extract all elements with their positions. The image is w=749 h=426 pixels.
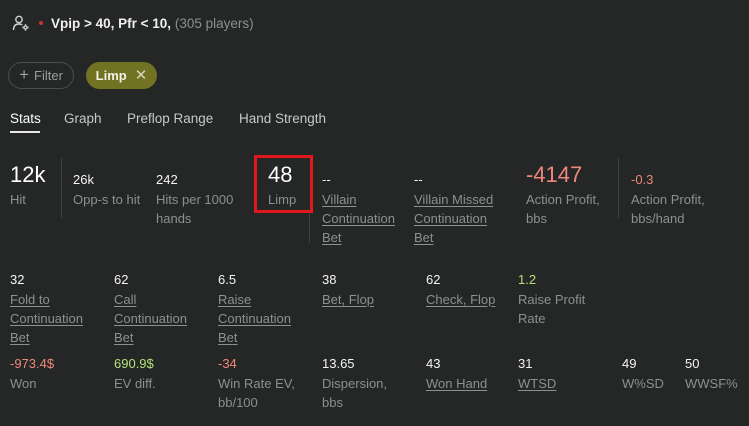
- stat-raise-cbet-value: 6.5: [218, 272, 237, 287]
- stat-raise-cbet-link[interactable]: Raise Continuation Bet: [218, 290, 291, 347]
- stat-wtsd-link[interactable]: WTSD: [518, 374, 556, 393]
- stat-fold-to-cbet-link[interactable]: Fold to Continuation Bet: [10, 290, 83, 347]
- tab-hand-strength[interactable]: Hand Strength: [239, 111, 326, 126]
- stat-check-flop-value: 62: [426, 272, 441, 287]
- stat-ev-diff-value: 690.9$: [114, 356, 154, 371]
- divider: [61, 158, 62, 218]
- stat-action-profit-hand-value: -0.3: [631, 172, 654, 187]
- highlight-box: [254, 155, 313, 213]
- stat-won-hand-value: 43: [426, 356, 441, 371]
- stat-opps-value: 26k: [73, 172, 94, 187]
- stat-hits-per-1000-label: Hits per 1000 hands: [156, 192, 234, 226]
- stat-action-profit-hand-label: Action Profit, bbs/hand: [631, 192, 705, 226]
- stat-wwsf-label: WWSF%: [685, 376, 738, 391]
- stat-raise-profit-rate-value: 1.2: [518, 272, 537, 287]
- add-filter-button[interactable]: + Filter: [8, 62, 74, 89]
- stat-wwsf-value: 50: [685, 356, 700, 371]
- stat-win-rate-ev-value: -34: [218, 356, 237, 371]
- stat-hits-per-1000-value: 242: [156, 172, 178, 187]
- stat-won-value: -973.4$: [10, 356, 55, 371]
- stat-fold-to-cbet-value: 32: [10, 272, 25, 287]
- filter-summary-title: Vpip > 40, Pfr < 10, (305 players): [51, 16, 254, 31]
- stat-won-hand-link[interactable]: Won Hand: [426, 374, 487, 393]
- stat-action-profit-value: -4147: [526, 162, 583, 187]
- divider: [618, 158, 619, 218]
- stat-villain-missed-cbet-link[interactable]: Villain Missed Continuation Bet: [414, 190, 493, 247]
- divider: [309, 213, 310, 243]
- stat-opps-label: Opp-s to hit: [73, 192, 141, 207]
- close-icon[interactable]: ✕: [135, 68, 148, 83]
- stat-raise-profit-rate-label: Raise Profit Rate: [518, 292, 586, 326]
- stat-action-profit-label: Action Profit, bbs: [526, 192, 600, 226]
- stat-dispersion-label: Dispersion, bbs: [322, 376, 388, 410]
- stat-ev-diff-label: EV diff.: [114, 376, 156, 391]
- status-dot: [39, 21, 43, 25]
- stat-wsd-value: 49: [622, 356, 637, 371]
- stat-won-label: Won: [10, 376, 37, 391]
- tab-stats[interactable]: Stats: [10, 111, 41, 126]
- stat-villain-cbet-value: --: [322, 172, 331, 187]
- stat-wtsd-value: 31: [518, 356, 533, 371]
- active-tab-indicator: [10, 131, 40, 133]
- stat-check-flop-link[interactable]: Check, Flop: [426, 290, 495, 309]
- stat-call-cbet-link[interactable]: Call Continuation Bet: [114, 290, 187, 347]
- stat-dispersion-value: 13.65: [322, 356, 355, 371]
- stat-call-cbet-value: 62: [114, 272, 129, 287]
- stat-villain-cbet-link[interactable]: Villain Continuation Bet: [322, 190, 395, 247]
- stat-hit-value: 12k: [10, 162, 46, 187]
- filter-chip-limp[interactable]: Limp ✕: [86, 62, 157, 89]
- stat-hit-label: Hit: [10, 192, 26, 207]
- tab-graph[interactable]: Graph: [64, 111, 102, 126]
- stat-win-rate-ev-label: Win Rate EV, bb/100: [218, 376, 295, 410]
- add-filter-label: Filter: [34, 68, 63, 83]
- stat-bet-flop-link[interactable]: Bet, Flop: [322, 290, 374, 309]
- user-settings-icon[interactable]: [12, 14, 30, 32]
- stat-wsd-label: W%SD: [622, 376, 664, 391]
- stat-bet-flop-value: 38: [322, 272, 337, 287]
- filter-expression: Vpip > 40, Pfr < 10,: [51, 16, 172, 31]
- filter-chip-label: Limp: [95, 68, 127, 83]
- stat-villain-missed-cbet-value: --: [414, 172, 423, 187]
- tab-preflop-range[interactable]: Preflop Range: [127, 111, 213, 126]
- plus-icon: +: [19, 65, 30, 84]
- player-count: (305 players): [174, 16, 254, 31]
